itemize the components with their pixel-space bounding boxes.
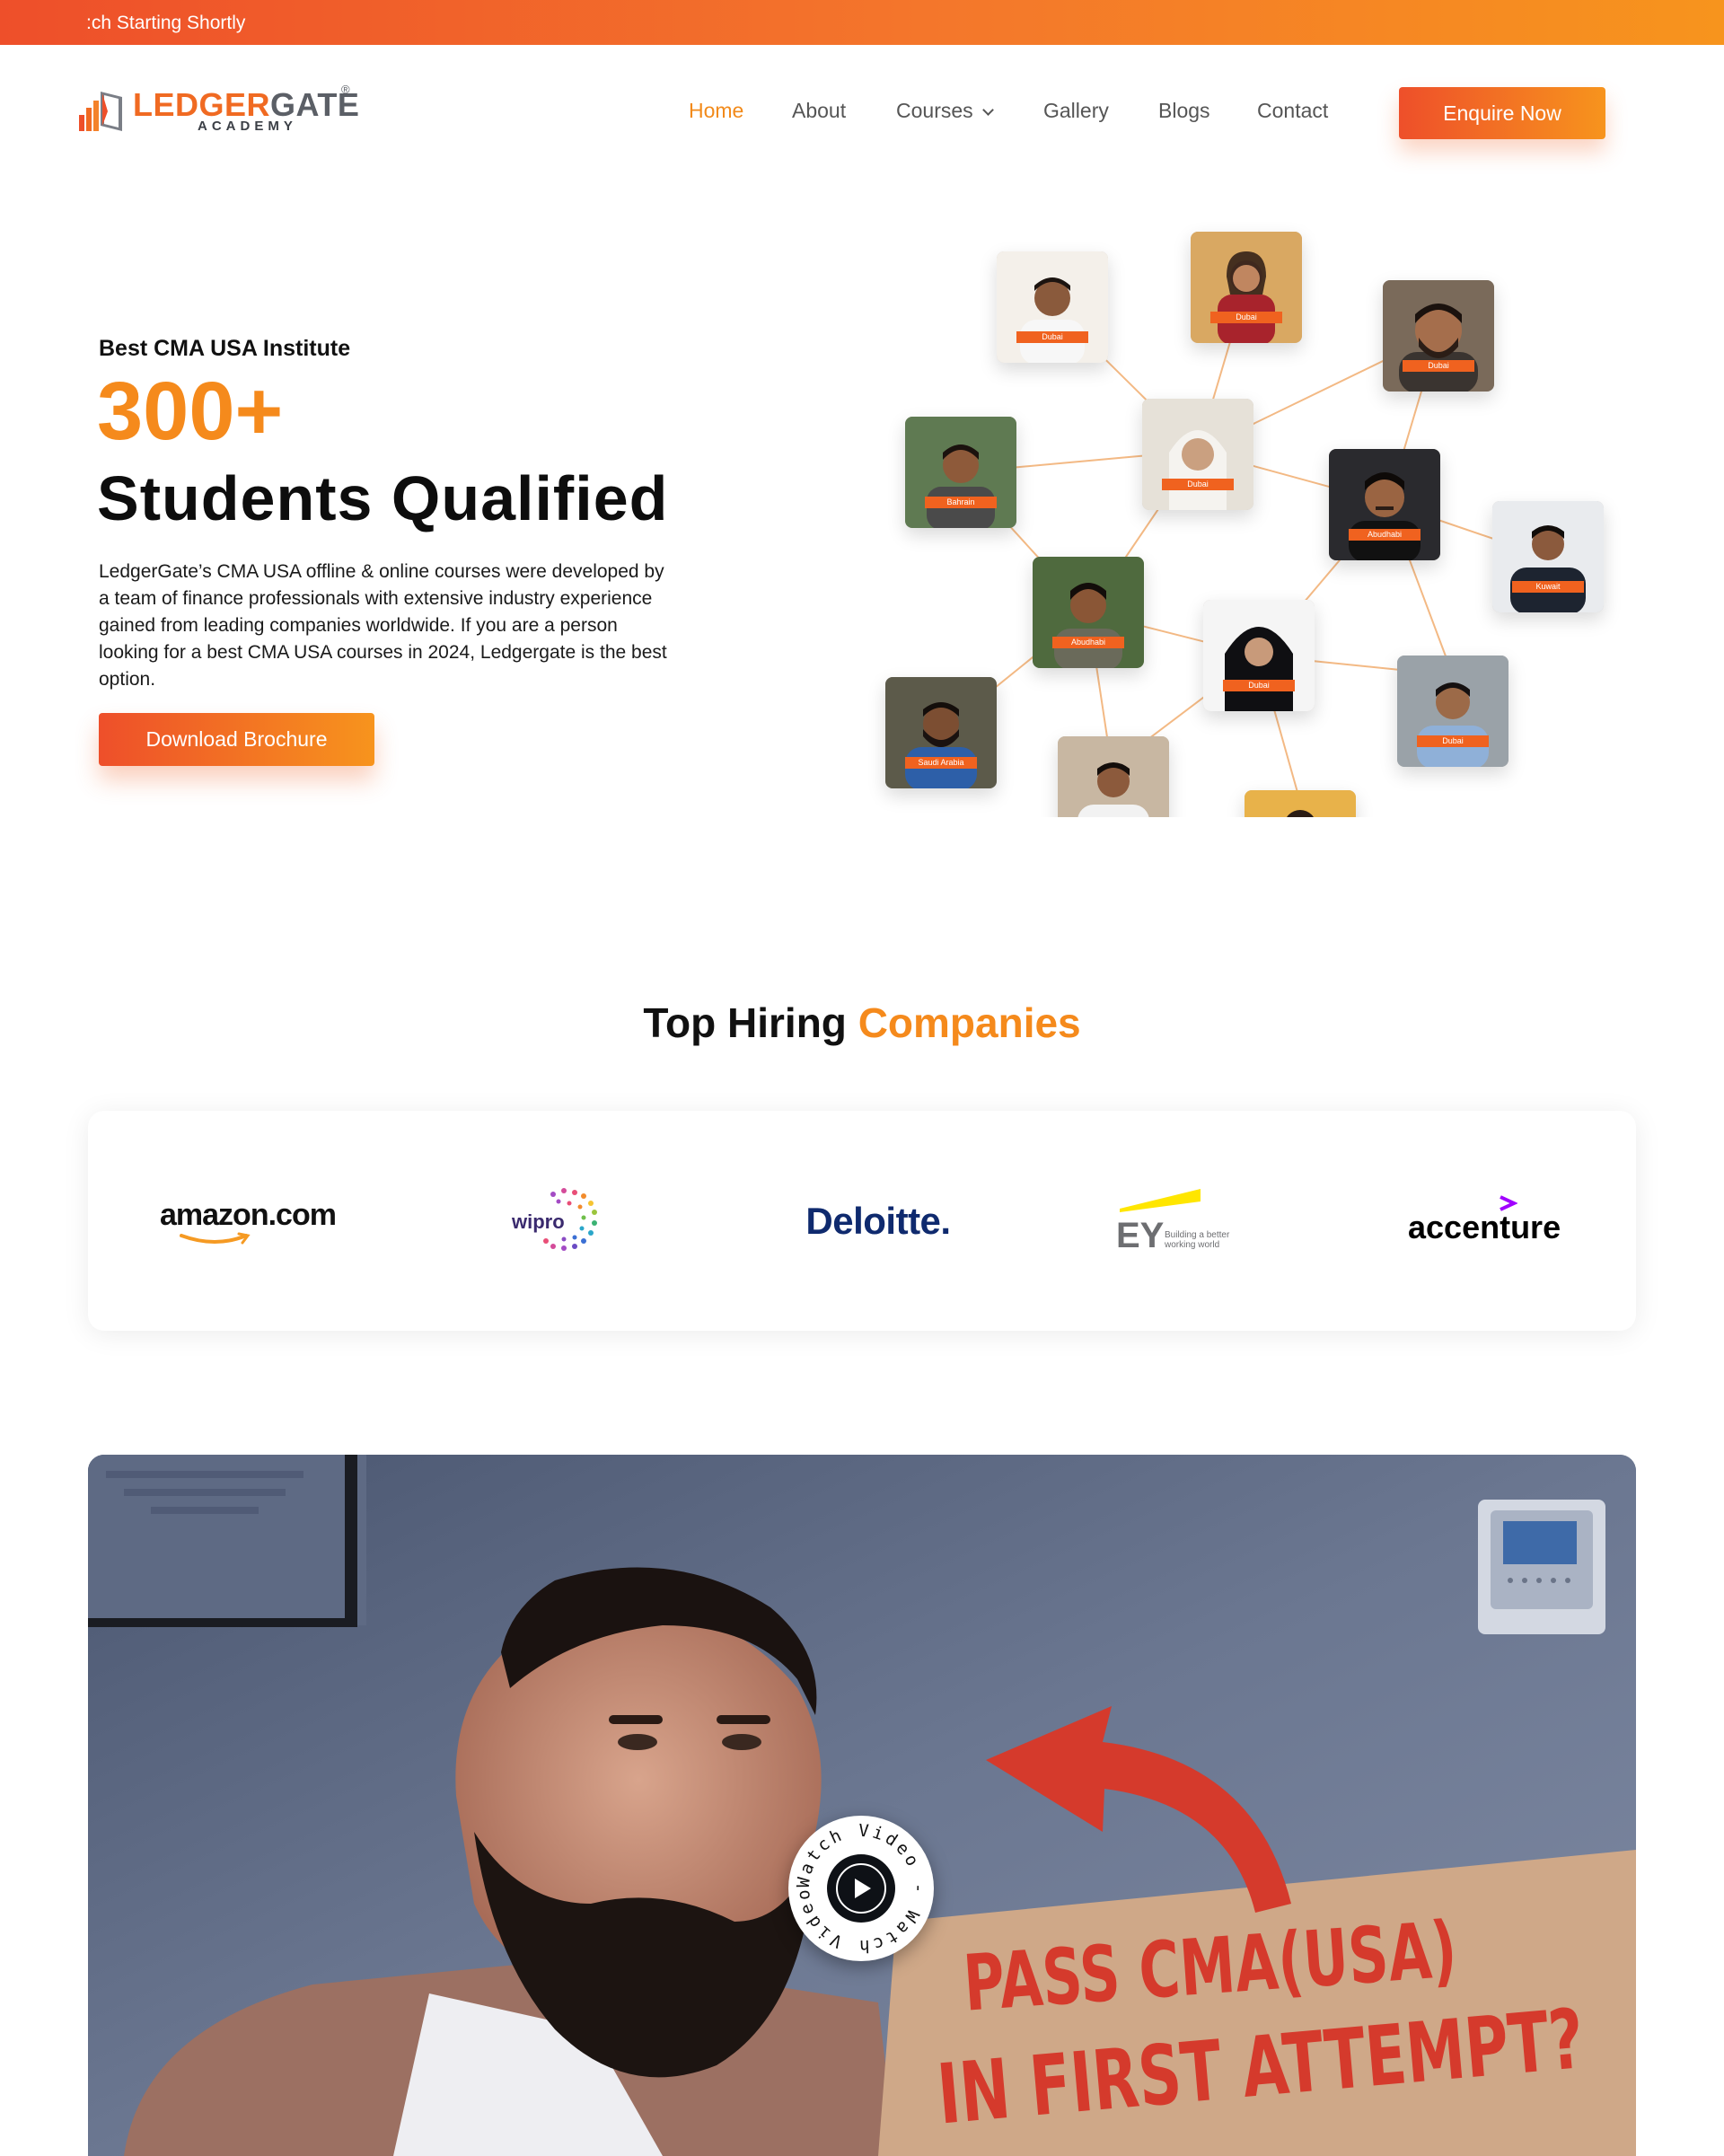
amazon-logo: amazon.com xyxy=(142,1111,348,1331)
student-location-tag: Saudi Arabia xyxy=(905,757,977,769)
student-location-tag: Dubai xyxy=(1210,312,1282,323)
student-location-tag: Dubai xyxy=(1417,735,1489,747)
student-photo xyxy=(1245,790,1356,817)
student-location-tag: Bahrain xyxy=(925,497,997,508)
announcement-text: :ch Starting Shortly xyxy=(86,13,246,33)
student-card: Dubai xyxy=(1191,232,1302,343)
hero-title: Students Qualified xyxy=(97,463,669,533)
student-card xyxy=(1058,736,1169,817)
accenture-logo: accenture xyxy=(1381,1111,1596,1331)
student-photo xyxy=(905,417,1016,528)
deloitte-logo: Deloitte. xyxy=(805,1199,951,1242)
student-location-tag: Dubai xyxy=(1403,360,1474,372)
logo-mark-icon xyxy=(79,92,122,131)
student-photo xyxy=(1033,557,1144,668)
student-photo xyxy=(1203,600,1315,711)
nav-blogs[interactable]: Blogs xyxy=(1158,99,1210,123)
student-location-tag: Abudhabi xyxy=(1052,637,1124,648)
student-photo xyxy=(1058,736,1169,817)
student-card: Bahrain xyxy=(905,417,1016,528)
nav-courses[interactable]: Courses xyxy=(896,99,994,123)
intro-video-thumbnail[interactable]: PASS CMA(USA) IN FIRST ATTEMPT? Watch Vi… xyxy=(88,1455,1636,2156)
student-location-tag: Abudhabi xyxy=(1349,529,1421,541)
watch-video-button[interactable]: Watch Video - Watch Video - xyxy=(788,1816,934,1961)
nav-about[interactable]: About xyxy=(792,99,846,123)
student-card: Abudhabi xyxy=(1033,557,1144,668)
site-logo[interactable]: LEDGERGATE ® ACADEMY xyxy=(77,83,359,136)
play-icon: Watch Video - Watch Video - xyxy=(788,1816,926,1956)
student-photo xyxy=(885,677,997,788)
student-photo xyxy=(1383,280,1494,392)
enquire-now-button[interactable]: Enquire Now xyxy=(1399,87,1605,139)
student-photo xyxy=(1492,501,1604,612)
nav-contact[interactable]: Contact xyxy=(1257,99,1328,123)
hero-eyebrow: Best CMA USA Institute xyxy=(99,336,351,361)
student-card: Kuwait xyxy=(1492,501,1604,612)
logo-subtitle: ACADEMY xyxy=(198,119,297,134)
student-location-tag: Dubai xyxy=(1162,479,1234,490)
logo-registered-mark: ® xyxy=(341,83,350,96)
student-photo xyxy=(1142,399,1253,510)
nav-courses-label: Courses xyxy=(896,99,973,122)
student-location-tag: Kuwait xyxy=(1512,581,1584,593)
student-card: Dubai xyxy=(1397,656,1508,767)
student-location-tag: Dubai xyxy=(1223,680,1295,691)
hiring-logos-panel: amazon.com wipro Deloitte. EY Building a… xyxy=(88,1111,1636,1331)
hiring-section-title: Top Hiring Companies xyxy=(643,999,1081,1046)
student-card xyxy=(1245,790,1356,817)
student-location-tag: Dubai xyxy=(1016,331,1088,343)
chevron-down-icon xyxy=(981,104,994,116)
student-photo xyxy=(1191,232,1302,343)
download-brochure-button[interactable]: Download Brochure xyxy=(99,713,374,766)
wipro-logo: wipro xyxy=(447,1111,663,1331)
student-network-graphic: Dubai Dubai Dubai Dubai Bahrain Abudhabi… xyxy=(862,216,1634,817)
student-card: Abudhabi xyxy=(1329,449,1440,560)
student-photo xyxy=(997,251,1108,363)
hero-stat-number: 300+ xyxy=(97,365,284,457)
student-photo xyxy=(1329,449,1440,560)
nav-gallery[interactable]: Gallery xyxy=(1043,99,1109,123)
student-card: Dubai xyxy=(1383,280,1494,392)
hero-description: LedgerGate’s CMA USA offline & online co… xyxy=(99,561,667,690)
ey-logo: EY Building a better working world xyxy=(1076,1111,1291,1331)
student-photo xyxy=(1397,656,1508,767)
student-card: Dubai xyxy=(1142,399,1253,510)
student-card: Saudi Arabia xyxy=(885,677,997,788)
nav-home[interactable]: Home xyxy=(689,99,743,123)
announcement-bar: :ch Starting Shortly xyxy=(0,0,1724,45)
student-card: Dubai xyxy=(997,251,1108,363)
student-card: Dubai xyxy=(1203,600,1315,711)
